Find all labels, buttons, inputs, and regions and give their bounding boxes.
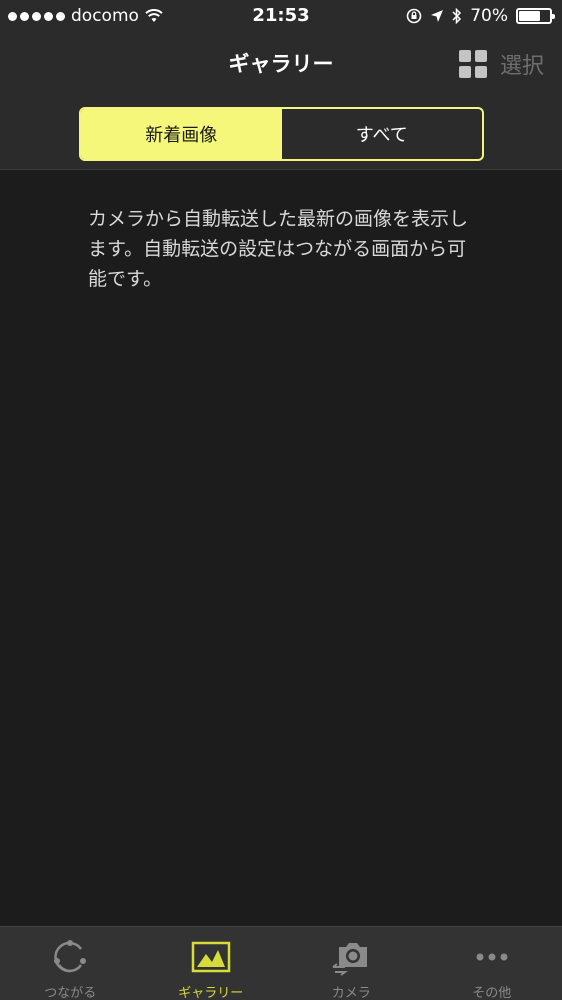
tab-gallery-label: ギャラリー [178, 986, 244, 1000]
status-bar: docomo 21:53 70% [0, 0, 562, 34]
tab-gallery[interactable]: ギャラリー [141, 927, 282, 1000]
tab-bar: つながる ギャラリー カメラ その他 [0, 926, 562, 1000]
tab-connect[interactable]: つながる [0, 927, 141, 1000]
image-filter-segmented-control: 新着画像 すべて [79, 107, 484, 161]
connect-icon [50, 937, 90, 977]
tab-connect-label: つながる [44, 986, 97, 1000]
empty-state-message: カメラから自動転送した最新の画像を表示します。自動転送の設定はつながる画面から可… [88, 208, 469, 290]
segment-new-images[interactable]: 新着画像 [81, 109, 282, 159]
battery-percent: 70% [470, 6, 508, 26]
orientation-lock-icon [406, 8, 422, 24]
grid-view-icon[interactable] [459, 50, 487, 78]
tab-camera[interactable]: カメラ [281, 927, 422, 1000]
battery-icon [516, 8, 555, 24]
select-button[interactable]: 選択 [500, 48, 544, 80]
status-right: 70% [406, 6, 555, 26]
navigation-bar: ギャラリー 選択 [0, 34, 562, 94]
more-icon [472, 937, 512, 977]
bluetooth-icon [452, 8, 462, 24]
segment-all[interactable]: すべて [282, 109, 483, 159]
header-area: docomo 21:53 70% ギャラリー 選択 新着画像 すべて [0, 0, 562, 170]
tab-more-label: その他 [472, 986, 512, 1000]
battery-fill [519, 11, 540, 21]
camera-icon [331, 937, 371, 977]
location-icon [431, 10, 444, 22]
tab-camera-label: カメラ [331, 986, 371, 1000]
gallery-icon [191, 937, 231, 977]
tab-more[interactable]: その他 [422, 927, 562, 1000]
